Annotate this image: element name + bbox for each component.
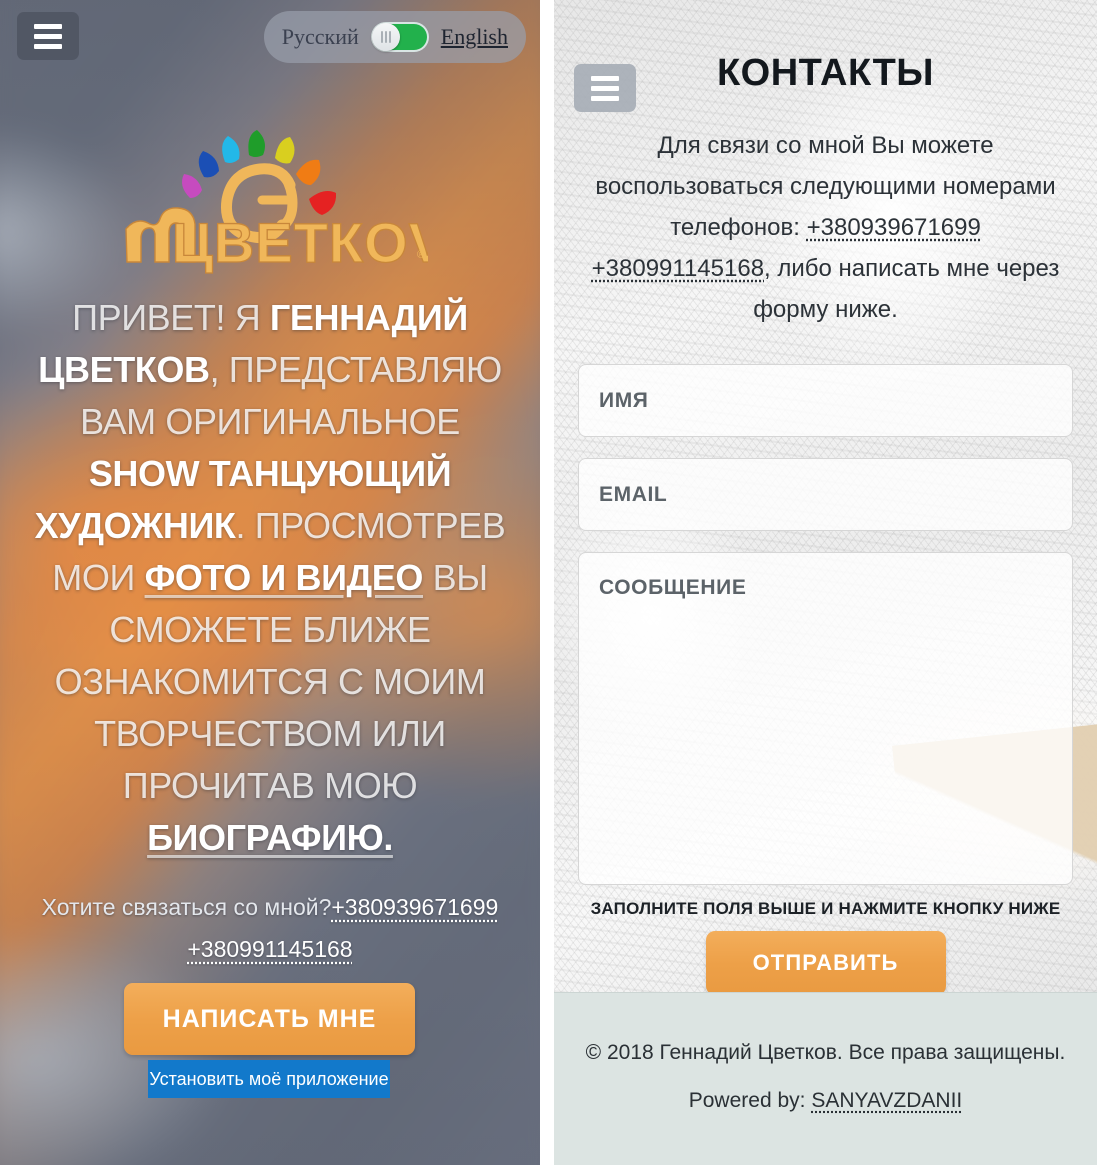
desc-part-2: , либо написать мне через форму ниже. bbox=[753, 255, 1060, 323]
hamburger-bar bbox=[591, 85, 619, 91]
submit-button[interactable]: ОТПРАВИТЬ bbox=[705, 931, 946, 992]
switch-knob bbox=[371, 23, 400, 51]
phone-link-1[interactable]: +380939671699 bbox=[331, 894, 498, 920]
hamburger-menu-icon[interactable] bbox=[17, 12, 79, 60]
desc-phone-link-2[interactable]: +380991145168 bbox=[592, 255, 764, 282]
hero-photo-video-link[interactable]: ФОТО И ВИДЕО bbox=[145, 557, 424, 598]
message-textarea[interactable] bbox=[578, 552, 1073, 885]
logo-trademark: ® bbox=[417, 249, 425, 261]
hamburger-bar bbox=[34, 33, 62, 39]
form-hint-text: ЗАПОЛНИТЕ ПОЛЯ ВЫШЕ И НАЖМИТЕ КНОПКУ НИЖ… bbox=[590, 899, 1061, 918]
footer-copyright: © 2018 Геннадий Цветков. Все права защищ… bbox=[585, 1041, 1066, 1064]
left-panel-home: Русский English ЦВЕТКОV ® ПРИВЕТ! Я ГЕНН… bbox=[0, 0, 540, 1165]
language-label-russian[interactable]: Русский bbox=[282, 24, 359, 50]
logo-wordmark: ЦВЕТКОV bbox=[172, 211, 428, 274]
language-toggle[interactable]: Русский English bbox=[263, 11, 526, 63]
hamburger-bar bbox=[591, 95, 619, 101]
site-footer: © 2018 Геннадий Цветков. Все права защищ… bbox=[554, 992, 1097, 1165]
powered-prefix: Powered by: bbox=[688, 1089, 812, 1112]
footer-powered-by: Powered by: SANYAVZDANII bbox=[554, 1089, 1097, 1113]
phone-link-2[interactable]: +380991145168 bbox=[187, 936, 352, 962]
desc-phone-link-1[interactable]: +380939671699 bbox=[807, 214, 981, 241]
submit-button-wrap: ОТПРАВИТЬ bbox=[578, 931, 1073, 992]
contacts-description: Для связи со мной Вы можете воспользоват… bbox=[584, 125, 1067, 330]
knob-line bbox=[384, 31, 387, 43]
powered-by-link[interactable]: SANYAVZDANII bbox=[811, 1089, 962, 1112]
write-me-button[interactable]: НАПИСАТЬ МНЕ bbox=[124, 983, 415, 1055]
language-switch-icon[interactable] bbox=[370, 22, 429, 52]
knob-line bbox=[380, 31, 383, 43]
contact-form: ЗАПОЛНИТЕ ПОЛЯ ВЫШЕ И НАЖМИТЕ КНОПКУ НИЖ… bbox=[578, 364, 1073, 992]
install-app-button[interactable]: Установить моё приложение bbox=[148, 1060, 390, 1098]
contact-prompt-line: Хотите связаться со мной?+380939671699 +… bbox=[28, 886, 512, 970]
contact-prompt-text: Хотите связаться со мной? bbox=[41, 894, 332, 920]
panel-divider bbox=[540, 0, 554, 1165]
page-root: Русский English ЦВЕТКОV ® ПРИВЕТ! Я ГЕНН… bbox=[0, 0, 1097, 1165]
logo-icon: ЦВЕТКОV ® bbox=[125, 130, 428, 275]
knob-line bbox=[388, 31, 391, 43]
hero-paragraph: ПРИВЕТ! Я ГЕННАДИЙ ЦВЕТКОВ, ПРЕДСТАВЛЯЮ … bbox=[28, 292, 512, 864]
name-input[interactable] bbox=[578, 364, 1073, 437]
email-input[interactable] bbox=[578, 458, 1073, 531]
right-panel-contacts: КОНТАКТЫ Для связи со мной Вы можете вос… bbox=[554, 0, 1097, 1165]
language-label-english[interactable]: English bbox=[441, 24, 508, 50]
hero-biography-link[interactable]: БИОГРАФИЮ. bbox=[147, 817, 393, 858]
contacts-section: КОНТАКТЫ Для связи со мной Вы можете вос… bbox=[554, 0, 1097, 992]
hamburger-bar bbox=[34, 23, 62, 29]
hero-part-1: ПРИВЕТ! Я bbox=[72, 297, 270, 338]
hamburger-bar bbox=[34, 43, 62, 49]
site-logo[interactable]: ЦВЕТКОV ® bbox=[0, 82, 540, 277]
hamburger-menu-icon-right[interactable] bbox=[574, 64, 636, 112]
hamburger-bar bbox=[591, 75, 619, 81]
